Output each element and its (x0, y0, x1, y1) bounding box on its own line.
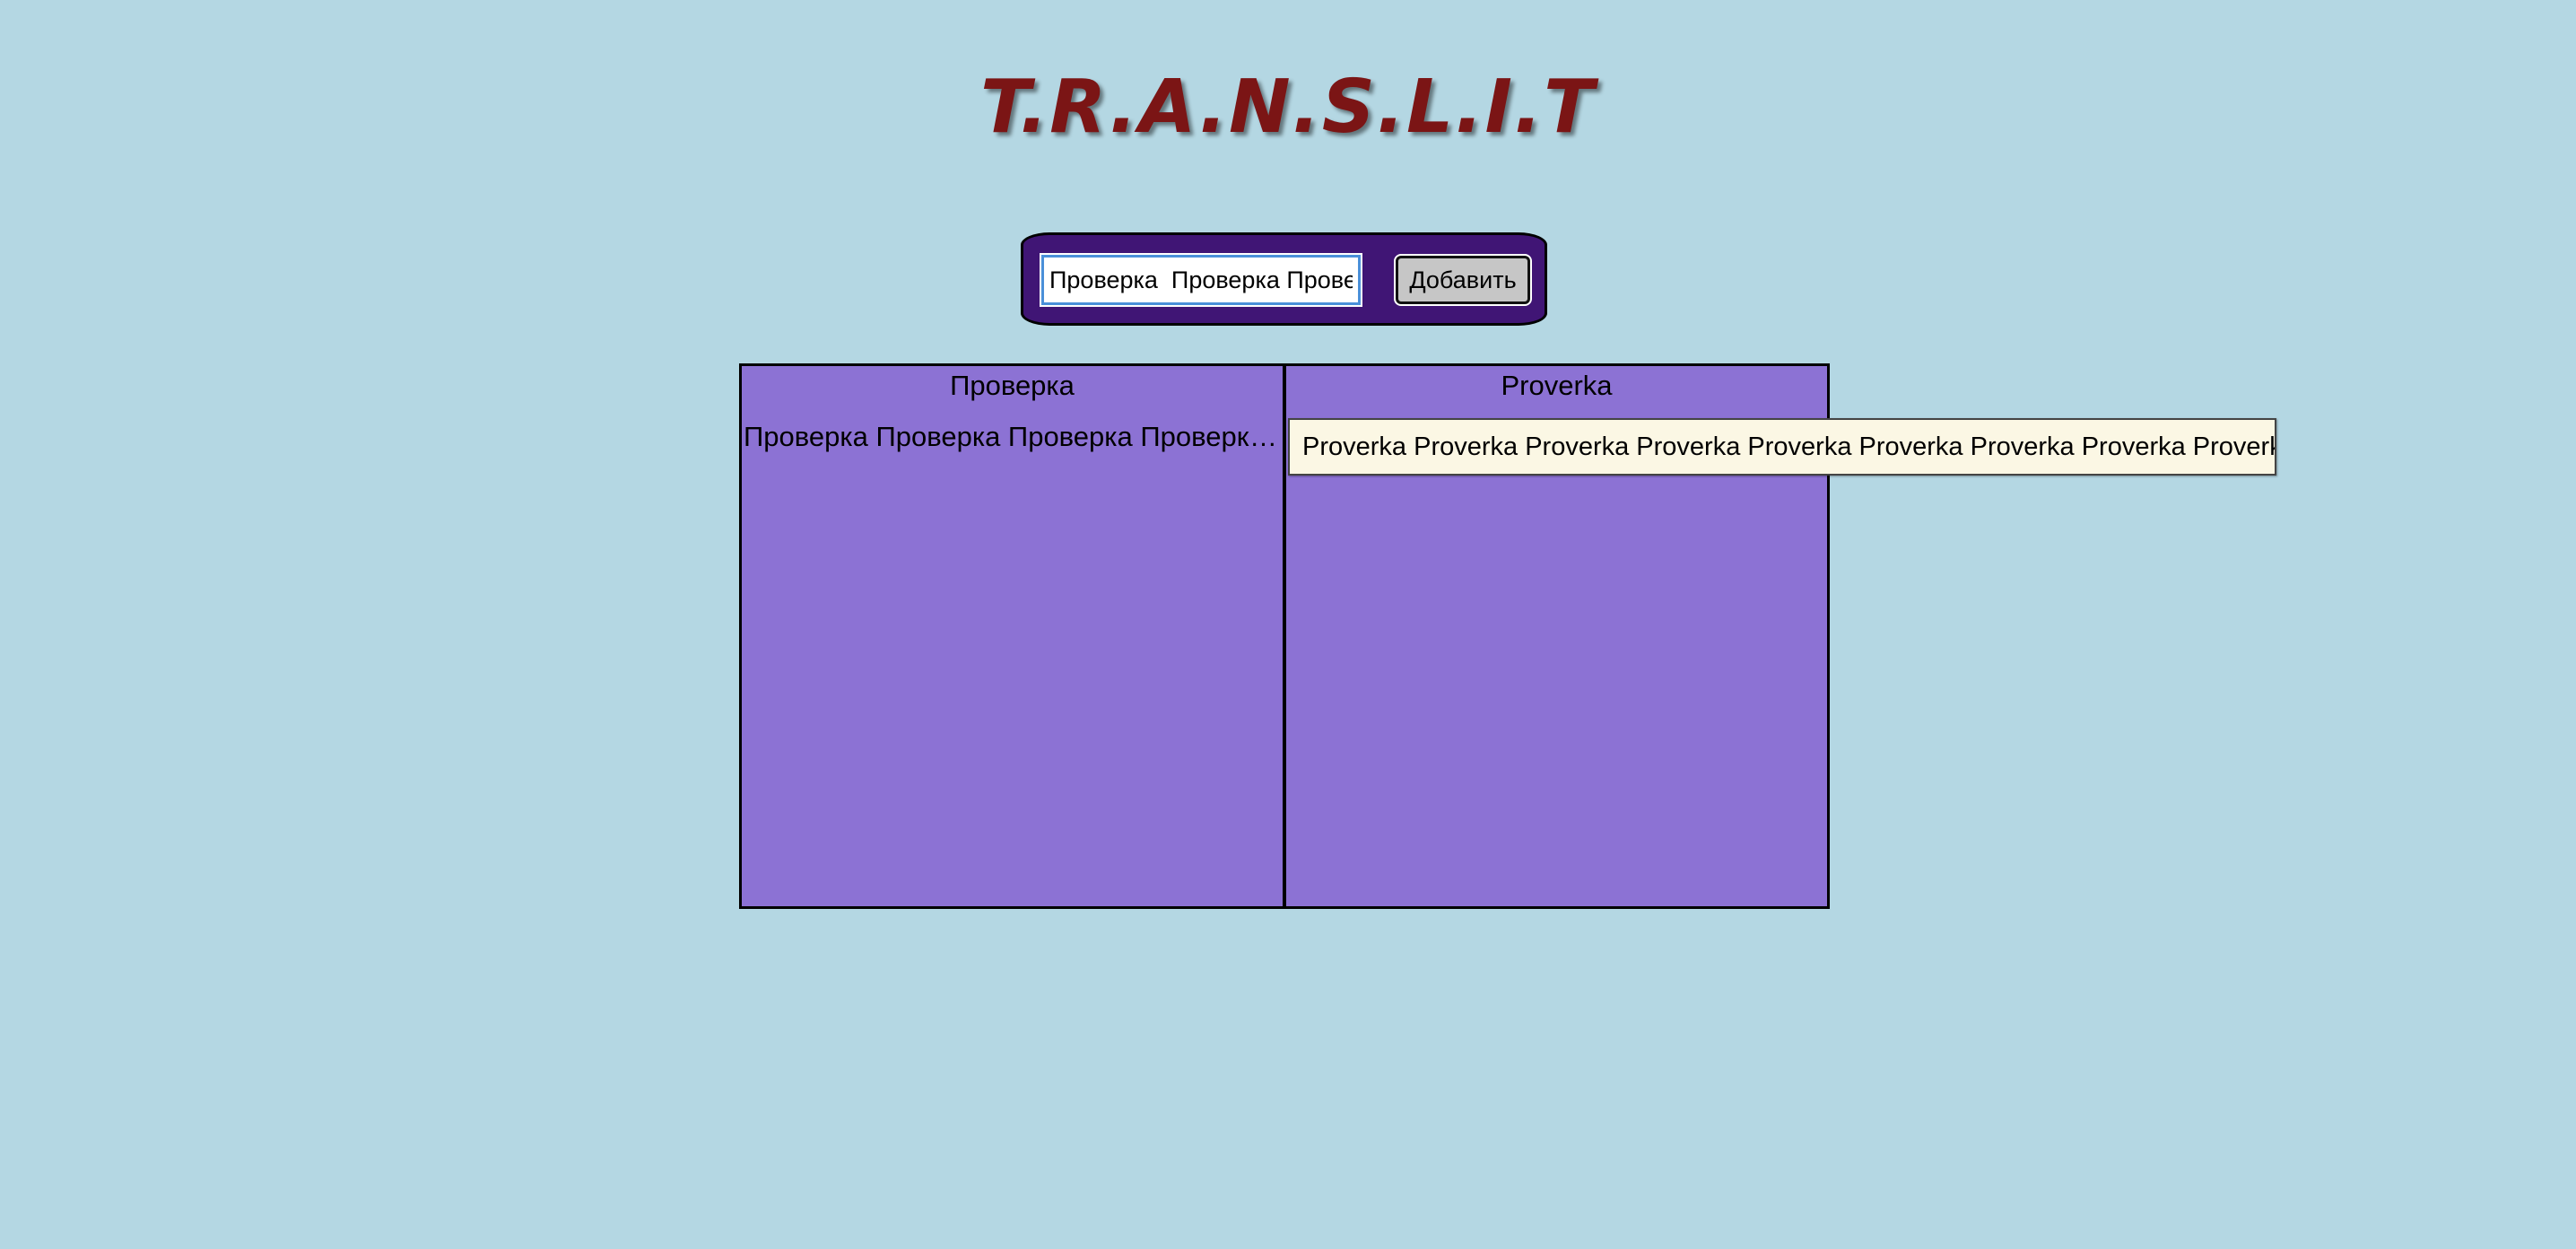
translit-panel-heading: Proverka (1501, 370, 1613, 401)
source-entry[interactable]: Проверка Проверка Проверка Проверка Пров… (744, 419, 1280, 455)
translit-entry-tooltip: Proverka Proverka Proverka Proverka Prov… (1288, 418, 2276, 476)
add-button[interactable]: Добавить (1396, 256, 1530, 304)
input-form: Добавить (1021, 232, 1547, 326)
app-title: T.R.A.N.S.L.I.T (979, 65, 1597, 150)
text-input[interactable] (1041, 255, 1361, 305)
source-panel-heading: Проверка (950, 370, 1075, 401)
source-panel: Проверка Проверка Проверка Проверка Пров… (739, 363, 1286, 909)
